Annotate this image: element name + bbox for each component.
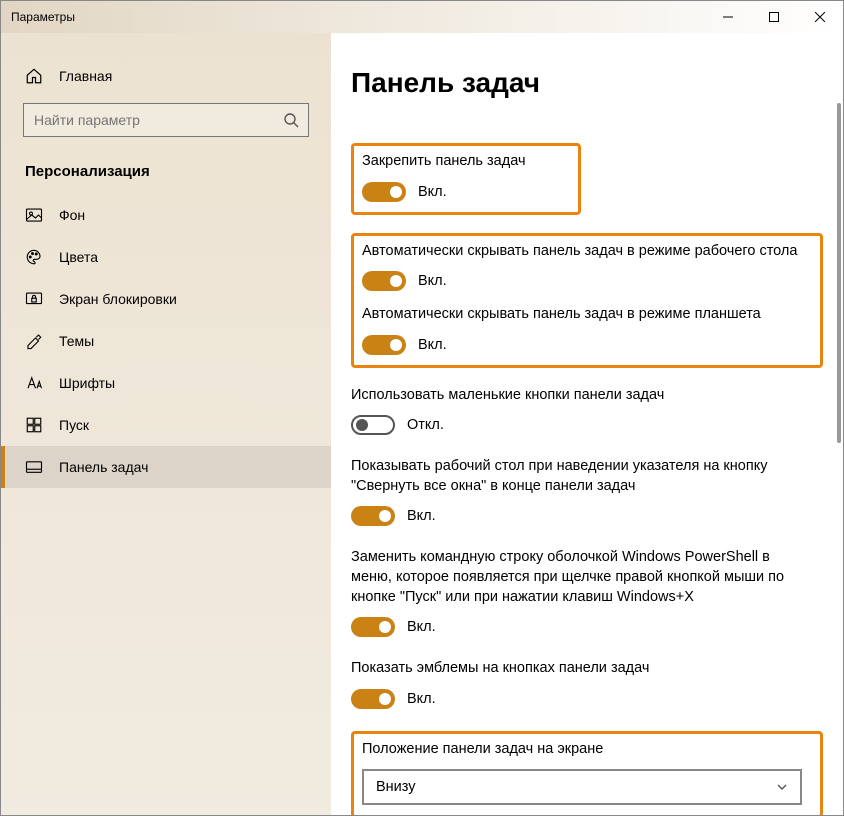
setting-powershell: Заменить командную строку оболочкой Wind… bbox=[351, 548, 835, 637]
dropdown-position[interactable]: Внизу bbox=[362, 769, 802, 805]
sidebar-item-start[interactable]: Пуск bbox=[1, 404, 331, 446]
search-wrap bbox=[23, 103, 309, 137]
toggle-state: Вкл. bbox=[418, 273, 447, 289]
highlight-box-2: Автоматически скрывать панель задач в ре… bbox=[351, 233, 823, 368]
sidebar-item-background[interactable]: Фон bbox=[1, 194, 331, 236]
setting-peek-desktop: Показывать рабочий стол при наведении ук… bbox=[351, 457, 835, 526]
lockscreen-icon bbox=[25, 290, 43, 308]
chevron-down-icon bbox=[776, 781, 788, 793]
content-panel: Панель задач Закрепить панель задач Вкл.… bbox=[331, 33, 843, 815]
home-link[interactable]: Главная bbox=[1, 61, 331, 103]
setting-autohide-desktop: Автоматически скрывать панель задач в ре… bbox=[362, 242, 812, 292]
sidebar-item-taskbar[interactable]: Панель задач bbox=[1, 446, 331, 488]
toggle-peek[interactable] bbox=[351, 506, 395, 526]
start-icon bbox=[25, 416, 43, 434]
taskbar-icon bbox=[25, 458, 43, 476]
toggle-autohide-desktop[interactable] bbox=[362, 271, 406, 291]
maximize-icon bbox=[769, 12, 779, 22]
sidebar-item-colors[interactable]: Цвета bbox=[1, 236, 331, 278]
sidebar-item-label: Экран блокировки bbox=[59, 291, 177, 307]
setting-label: Заменить командную строку оболочкой Wind… bbox=[351, 548, 791, 607]
toggle-state: Откл. bbox=[407, 417, 444, 433]
home-label: Главная bbox=[59, 68, 112, 84]
setting-label: Положение панели задач на экране bbox=[362, 740, 802, 760]
search-input[interactable] bbox=[23, 103, 309, 137]
dropdown-value: Внизу bbox=[376, 779, 416, 795]
toggle-powershell[interactable] bbox=[351, 617, 395, 637]
sidebar-item-themes[interactable]: Темы bbox=[1, 320, 331, 362]
fonts-icon bbox=[25, 374, 43, 392]
sidebar-item-lockscreen[interactable]: Экран блокировки bbox=[1, 278, 331, 320]
sidebar-item-label: Темы bbox=[59, 333, 94, 349]
toggle-state: Вкл. bbox=[418, 337, 447, 353]
toggle-row: Вкл. bbox=[362, 335, 812, 355]
toggle-row: Вкл. bbox=[351, 617, 835, 637]
search-icon bbox=[283, 112, 299, 128]
minimize-icon bbox=[723, 12, 733, 22]
setting-label: Закрепить панель задач bbox=[362, 152, 570, 172]
picture-icon bbox=[25, 206, 43, 224]
titlebar-controls bbox=[705, 1, 843, 33]
toggle-autohide-tablet[interactable] bbox=[362, 335, 406, 355]
highlight-box-3: Положение панели задач на экране Внизу bbox=[351, 731, 823, 815]
toggle-badges[interactable] bbox=[351, 689, 395, 709]
toggle-state: Вкл. bbox=[407, 508, 436, 524]
sidebar-item-label: Пуск bbox=[59, 417, 89, 433]
settings-window: Параметры Главная bbox=[0, 0, 844, 816]
window-title: Параметры bbox=[11, 10, 75, 24]
toggle-row: Вкл. bbox=[351, 506, 835, 526]
setting-autohide-tablet: Автоматически скрывать панель задач в ре… bbox=[362, 305, 812, 355]
maximize-button[interactable] bbox=[751, 1, 797, 33]
category-heading: Персонализация bbox=[1, 159, 331, 194]
toggle-row: Вкл. bbox=[362, 271, 812, 291]
sidebar-item-label: Цвета bbox=[59, 249, 98, 265]
close-button[interactable] bbox=[797, 1, 843, 33]
setting-label: Показывать рабочий стол при наведении ук… bbox=[351, 457, 791, 496]
setting-label: Использовать маленькие кнопки панели зад… bbox=[351, 386, 791, 406]
palette-icon bbox=[25, 248, 43, 266]
sidebar-item-fonts[interactable]: Шрифты bbox=[1, 362, 331, 404]
toggle-row: Откл. bbox=[351, 415, 835, 435]
setting-small-buttons: Использовать маленькие кнопки панели зад… bbox=[351, 386, 835, 436]
toggle-lock[interactable] bbox=[362, 182, 406, 202]
setting-label: Автоматически скрывать панель задач в ре… bbox=[362, 305, 802, 325]
highlight-box-1: Закрепить панель задач Вкл. bbox=[351, 143, 581, 215]
setting-badges: Показать эмблемы на кнопках панели задач… bbox=[351, 659, 835, 709]
themes-icon bbox=[25, 332, 43, 350]
home-icon bbox=[25, 67, 43, 85]
window-body: Главная Персонализация Фон Цвета Экран б… bbox=[1, 33, 843, 815]
toggle-state: Вкл. bbox=[407, 691, 436, 707]
setting-label: Показать эмблемы на кнопках панели задач bbox=[351, 659, 791, 679]
minimize-button[interactable] bbox=[705, 1, 751, 33]
toggle-row: Вкл. bbox=[351, 689, 835, 709]
setting-lock-taskbar: Закрепить панель задач Вкл. bbox=[362, 152, 570, 202]
sidebar: Главная Персонализация Фон Цвета Экран б… bbox=[1, 33, 331, 815]
sidebar-item-label: Фон bbox=[59, 207, 85, 223]
sidebar-item-label: Шрифты bbox=[59, 375, 115, 391]
close-icon bbox=[815, 12, 825, 22]
toggle-row: Вкл. bbox=[362, 182, 570, 202]
toggle-state: Вкл. bbox=[418, 184, 447, 200]
sidebar-item-label: Панель задач bbox=[59, 459, 148, 475]
titlebar: Параметры bbox=[1, 1, 843, 33]
scrollbar[interactable] bbox=[837, 103, 841, 443]
toggle-state: Вкл. bbox=[407, 619, 436, 635]
setting-taskbar-position: Положение панели задач на экране Внизу bbox=[362, 740, 812, 806]
page-title: Панель задач bbox=[351, 67, 835, 99]
setting-label: Автоматически скрывать панель задач в ре… bbox=[362, 242, 802, 262]
toggle-small-buttons[interactable] bbox=[351, 415, 395, 435]
